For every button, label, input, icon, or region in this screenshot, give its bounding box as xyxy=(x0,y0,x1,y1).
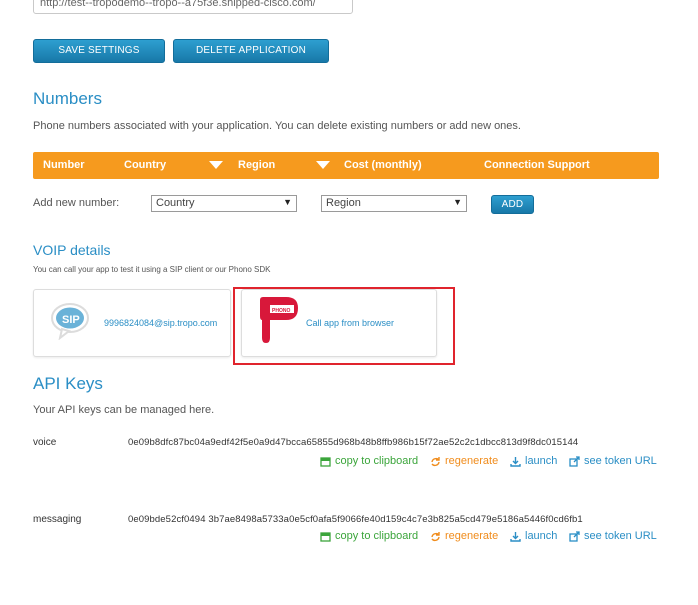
chevron-down-icon: ▼ xyxy=(453,197,462,207)
region-select-value: Region xyxy=(326,197,361,209)
external-link-icon xyxy=(569,455,580,467)
key-value-messaging: 0e09bde52cf0494 3b7ae8498a5733a0e5cf0afa… xyxy=(128,514,583,525)
regenerate-label: regenerate xyxy=(445,455,499,467)
col-region[interactable]: Region xyxy=(238,159,275,171)
copy-label: copy to clipboard xyxy=(335,530,419,542)
region-sort-icon[interactable] xyxy=(316,161,330,169)
clipboard-icon xyxy=(320,531,331,542)
col-cost[interactable]: Cost (monthly) xyxy=(344,159,422,171)
download-icon xyxy=(510,456,521,467)
numbers-description: Phone numbers associated with your appli… xyxy=(33,120,521,132)
sip-address-link[interactable]: 9996824084@sip.tropo.com xyxy=(104,318,217,328)
launch-label: launch xyxy=(525,530,558,542)
launch-messaging[interactable]: launch xyxy=(510,530,557,542)
copy-to-clipboard-messaging[interactable]: copy to clipboard xyxy=(320,530,418,542)
refresh-icon xyxy=(431,456,440,466)
country-sort-icon[interactable] xyxy=(209,161,223,169)
highlight-frame xyxy=(233,287,455,365)
regenerate-label: regenerate xyxy=(445,530,499,542)
refresh-icon xyxy=(431,531,440,541)
app-url-field[interactable]: http://test--tropodemo--tropo--a75f3e.sh… xyxy=(33,0,353,14)
token-url-label: see token URL xyxy=(584,530,657,542)
regenerate-voice[interactable]: regenerate xyxy=(430,455,498,467)
copy-to-clipboard-voice[interactable]: copy to clipboard xyxy=(320,455,418,467)
token-url-label: see token URL xyxy=(584,455,657,467)
chevron-down-icon: ▼ xyxy=(283,197,292,207)
sip-card: SIP 9996824084@sip.tropo.com xyxy=(33,289,231,357)
see-token-url-messaging[interactable]: see token URL xyxy=(569,530,657,542)
col-number[interactable]: Number xyxy=(43,159,85,171)
regenerate-messaging[interactable]: regenerate xyxy=(430,530,498,542)
delete-application-button[interactable]: DELETE APPLICATION xyxy=(173,39,329,63)
launch-label: launch xyxy=(525,455,558,467)
numbers-title: Numbers xyxy=(33,89,102,108)
external-link-icon xyxy=(569,530,580,542)
launch-voice[interactable]: launch xyxy=(510,455,557,467)
clipboard-icon xyxy=(320,456,331,467)
country-select-value: Country xyxy=(156,197,195,209)
key-name-voice: voice xyxy=(33,437,57,448)
sip-badge-label: SIP xyxy=(62,314,80,326)
voip-title: VOIP details xyxy=(33,242,111,258)
col-country[interactable]: Country xyxy=(124,159,166,171)
key-name-messaging: messaging xyxy=(33,514,82,525)
add-number-button[interactable]: ADD xyxy=(491,195,534,214)
save-settings-button[interactable]: SAVE SETTINGS xyxy=(33,39,165,63)
key-value-voice: 0e09b8dfc87bc04a9edf42f5e0a9d47bcca65855… xyxy=(128,437,579,448)
voip-description: You can call your app to test it using a… xyxy=(33,265,271,274)
country-select[interactable]: Country ▼ xyxy=(151,195,297,212)
copy-label: copy to clipboard xyxy=(335,455,419,467)
api-keys-description: Your API keys can be managed here. xyxy=(33,404,215,416)
region-select[interactable]: Region ▼ xyxy=(321,195,467,212)
api-keys-title: API Keys xyxy=(33,374,103,393)
see-token-url-voice[interactable]: see token URL xyxy=(569,455,657,467)
col-connection-support[interactable]: Connection Support xyxy=(484,159,590,171)
numbers-table-header: Number Country Region Cost (monthly) Con… xyxy=(33,152,659,179)
add-number-label: Add new number: xyxy=(33,197,120,209)
download-icon xyxy=(510,531,521,542)
